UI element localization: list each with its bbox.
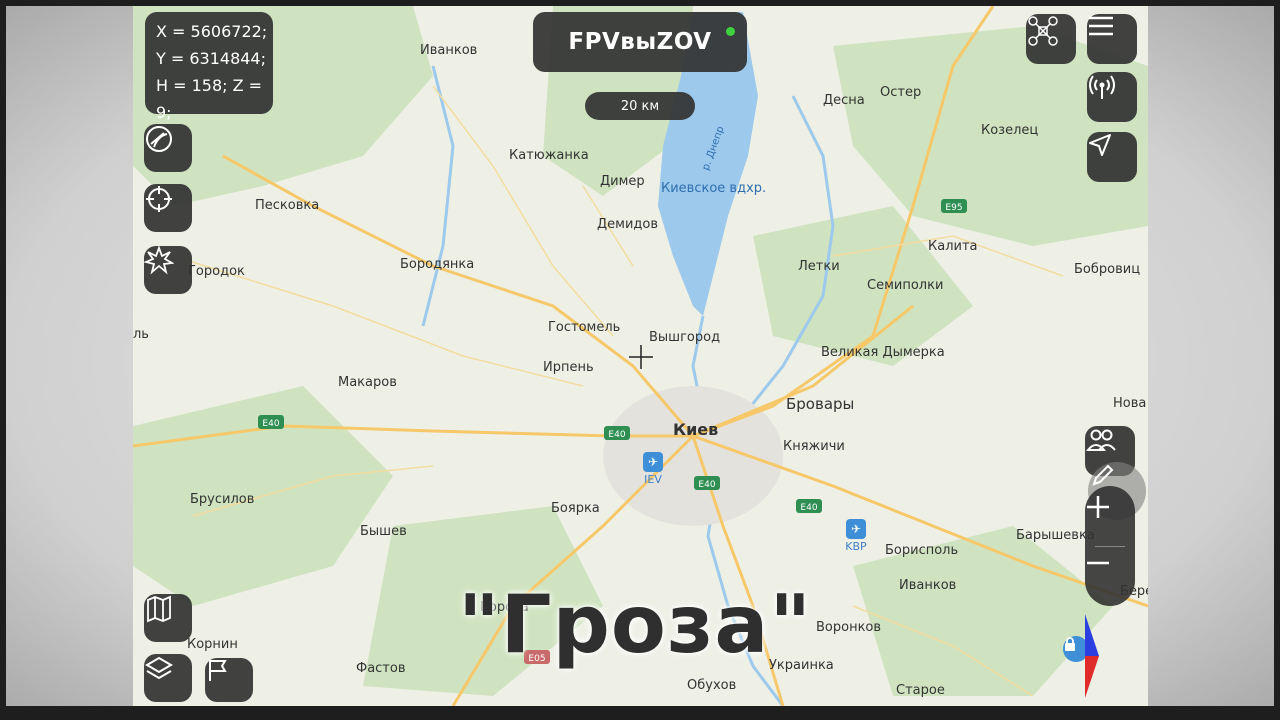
place-label: Гостомель [548,320,620,335]
frame-border-right [1274,0,1280,720]
target-button[interactable] [144,184,192,232]
zoom-out-icon [1087,561,1109,565]
antenna-signal-icon [1089,75,1115,99]
badge-e95: E95 [945,203,962,213]
layers-button[interactable] [144,654,192,702]
explosion-icon [144,246,174,275]
badge-e40-1: E40 [262,419,279,429]
place-label: Боярка [551,501,600,516]
place-label: Киев [673,420,718,439]
terrain-map-icon [147,595,171,623]
place-label: Бышев [360,524,407,539]
caption-overlay: "Гроза" [458,578,813,671]
layers-icon [145,656,173,680]
place-label: Иванков [899,578,956,593]
group-users-icon [1085,429,1116,451]
place-label: Вышгород [649,330,720,345]
place-label: Фастов [356,661,406,676]
place-label: Калита [928,239,978,254]
place-label: Барышевка [1016,528,1095,543]
coord-y: Y = 6314844; [156,49,266,68]
coord-hz: H = 158; Z = 9; [156,76,263,122]
flag-button[interactable] [205,658,253,702]
navigation-button[interactable] [1087,132,1137,182]
place-label: Макаров [338,375,397,390]
kyiv-urban-area [603,386,783,526]
place-label: Бородянка [400,257,474,272]
place-label: ль [133,327,149,342]
badge-e40-4: E40 [800,503,817,513]
svg-text:✈: ✈ [851,522,861,536]
app-title: FPVвыZOV [568,29,712,55]
terrain-map-button[interactable] [144,594,192,642]
badge-e40-2: E40 [608,430,625,440]
place-label: Корнин [187,637,238,652]
zoom-divider [1095,546,1125,547]
place-label: Остер [880,85,921,100]
svg-text:✈: ✈ [648,455,658,469]
menu-button[interactable] [1087,14,1137,64]
zoom-out-button[interactable] [1085,550,1135,598]
map-scale: 20 км [585,92,695,120]
place-label: Ирпень [543,360,594,375]
coordinate-readout: X = 5606722; Y = 6314844; H = 158; Z = 9… [145,12,273,122]
zoom-control [1085,486,1135,606]
reservoir-label: Киевское вдхр. [661,181,766,196]
place-label: Козелец [981,123,1038,138]
place-label: Обухов [687,678,736,693]
badge-e40-3: E40 [698,480,715,490]
place-label: Иванков [420,43,477,58]
satellite-dish-icon [146,126,172,152]
drone-icon [1028,16,1058,46]
zoom-in-button[interactable] [1085,494,1135,542]
navigation-arrow-icon [1089,134,1111,156]
place-label: Песковка [255,198,319,213]
place-label: Борисполь [885,543,958,558]
place-label: Катюжанка [509,148,589,163]
place-label: Димер [600,174,645,189]
place-label: Бобровиц [1074,262,1140,277]
zoom-in-icon [1087,496,1109,518]
signal-button[interactable] [1087,72,1137,122]
coord-x: X = 5606722; [156,22,268,41]
map-view[interactable]: E40 E40 E40 E40 E95 E05 ✈ IEV ✈ KBP Киев… [133,6,1148,706]
place-label: Брусилов [190,492,254,507]
airport-kbp: KBP [845,540,867,553]
status-dot [726,27,735,36]
place-label: Десна [823,93,865,108]
place-label: Демидов [597,217,658,232]
place-label: Летки [798,259,840,274]
place-label: Старое [896,683,945,698]
lock-icon [1065,637,1075,651]
frame-border-bottom [0,706,1280,720]
airport-iev: IEV [644,473,662,486]
drone-button[interactable] [1026,14,1076,64]
frame-border-left [0,0,6,720]
satellite-dish-button[interactable] [144,124,192,172]
place-label: Княжичи [783,439,845,454]
app-title-panel[interactable]: FPVвыZOV [533,12,747,72]
place-label: Семиполки [867,278,943,293]
place-label: Великая Дымерка [821,345,945,360]
place-label: Воронков [816,620,881,635]
crosshair-target-icon [146,186,172,212]
menu-icon [1089,16,1113,36]
strike-button[interactable] [144,246,192,294]
app-frame: E40 E40 E40 E40 E95 E05 ✈ IEV ✈ KBP Киев… [0,0,1280,720]
place-label: Бровары [786,395,854,413]
compass-icon[interactable] [1077,614,1107,698]
flag-icon [209,660,227,681]
place-label: Городок [188,264,245,279]
place-label: Нова [1113,396,1146,411]
